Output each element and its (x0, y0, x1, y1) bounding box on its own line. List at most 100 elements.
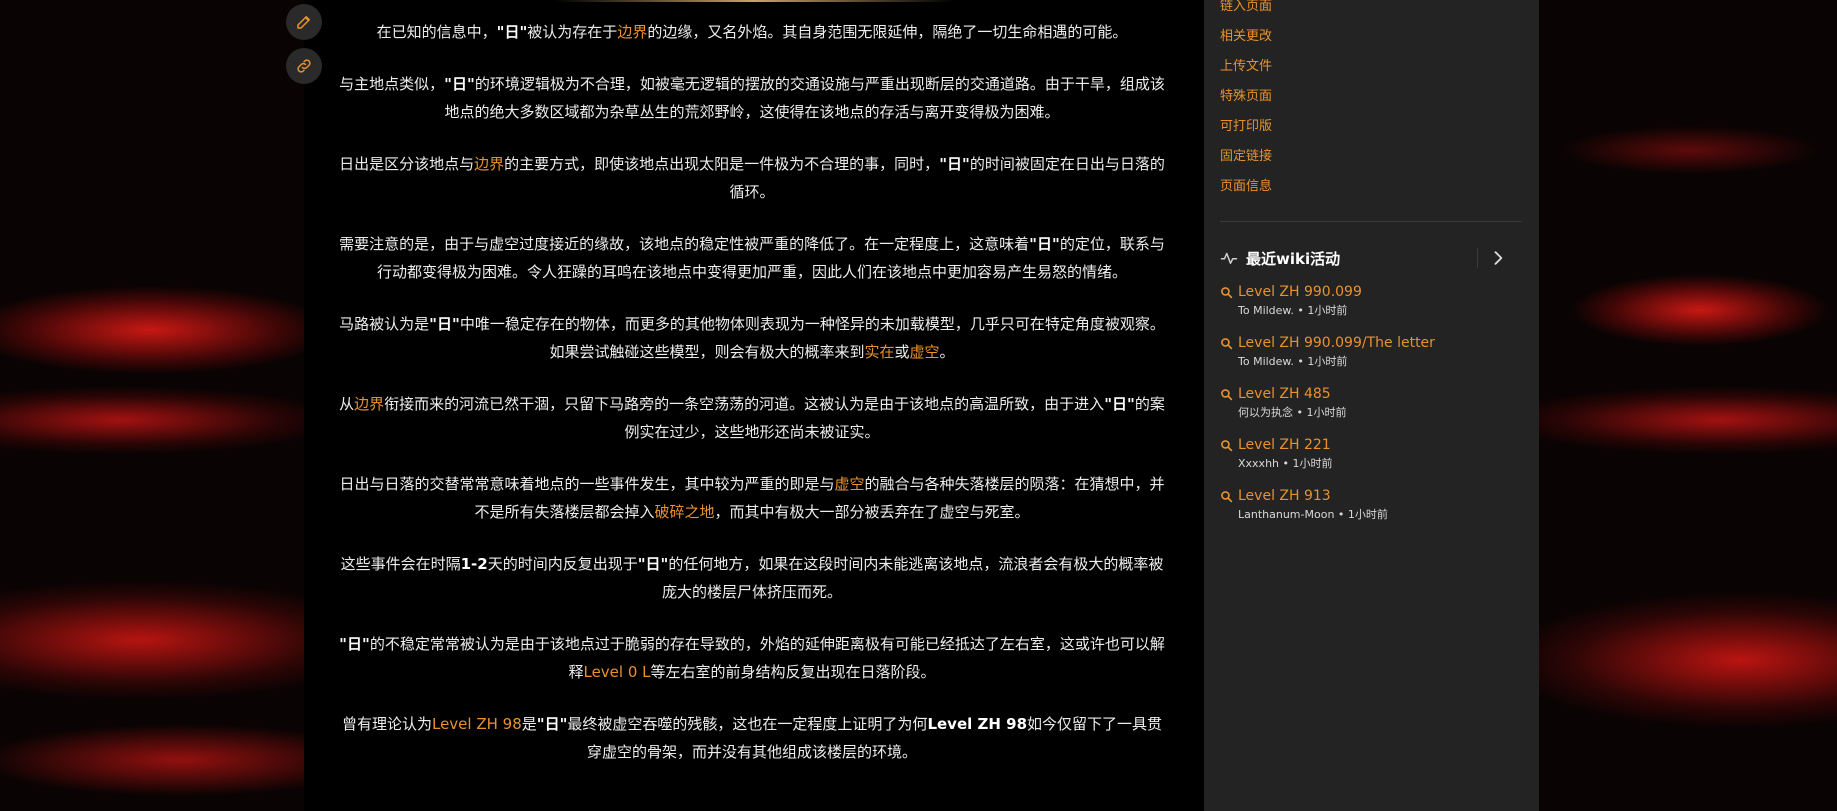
paragraph: 曾有理论认为Level ZH 98是"日"最终被虚空吞噬的残骸，这也在一定程度上… (336, 710, 1168, 766)
link-icon (297, 59, 311, 73)
text: 。 (939, 343, 955, 361)
activity-title: Level ZH 990.099/The letter (1238, 335, 1435, 351)
paragraph: 需要注意的是，由于与虚空过度接近的缘故，该地点的稳定性被严重的降低了。在一定程度… (336, 230, 1168, 286)
text: 的边缘，又名外焰。其自身范围无限延伸，隔绝了一切生命相遇的可能。 (647, 23, 1128, 41)
paragraph: 从边界衔接而来的河流已然干涸，只留下马路旁的一条空荡荡的河道。这被认为是由于该地… (336, 390, 1168, 446)
tool-upload-file[interactable]: 上传文件 (1220, 56, 1272, 86)
tool-special-pages[interactable]: 特殊页面 (1220, 86, 1272, 116)
search-icon (1221, 388, 1233, 400)
header-image-edge (554, 0, 954, 2)
bold-text: "日" (637, 555, 669, 573)
header-separator (1477, 248, 1478, 268)
bold-text: "日" (339, 635, 370, 653)
activity-meta: To Mildew. • 1小时前 (1238, 304, 1348, 317)
search-icon (1221, 286, 1233, 298)
activity-link[interactable]: Level ZH 485 (1220, 384, 1522, 404)
paragraph: 这些事件会在时隔1-2天的时间内反复出现于"日"的任何地方，如果在这段时间内未能… (336, 550, 1168, 606)
tool-permanent-link[interactable]: 固定链接 (1220, 146, 1272, 176)
activity-title: Level ZH 913 (1238, 488, 1331, 504)
article-link[interactable]: 实在 (864, 343, 894, 361)
list-item: Level ZH 990.099 To Mildew. • 1小时前 (1220, 282, 1522, 333)
text: 马路被认为是 (339, 315, 430, 333)
tool-page-info[interactable]: 页面信息 (1220, 176, 1272, 206)
paragraph: 与主地点类似，"日"的环境逻辑极为不合理，如被毫无逻辑的摆放的交通设施与严重出现… (336, 70, 1168, 126)
text: 这些事件会在时隔 (340, 555, 461, 573)
list-item: Level ZH 990.099/The letter To Mildew. •… (1220, 333, 1522, 384)
bold-text: Level ZH 98 (927, 715, 1028, 733)
article-link[interactable]: 虚空 (910, 343, 940, 361)
text: 天的时间内反复出现于 (487, 555, 638, 573)
article-link[interactable]: 虚空 (834, 475, 864, 493)
text: 在已知的信息中， (376, 23, 497, 41)
chevron-right-icon (1494, 251, 1503, 265)
article-link[interactable]: 边界 (354, 395, 384, 413)
view-all-activity-button[interactable] (1488, 248, 1508, 272)
activity-link[interactable]: Level ZH 221 (1220, 435, 1522, 455)
text: 衔接而来的河流已然干涸，只留下马路旁的一条空荡荡的河道。这被认为是由于该地点的高… (384, 395, 1105, 413)
bold-text: "日" (1104, 395, 1135, 413)
paragraph: 日出是区分该地点与边界的主要方式，即使该地点出现太阳是一件极为不合理的事，同时，… (336, 150, 1168, 206)
text: 是 (521, 715, 537, 733)
article-link[interactable]: 边界 (617, 23, 647, 41)
paragraph: 马路被认为是"日"中唯一稳定存在的物体，而更多的其他物体则表现为一种怪异的未加载… (336, 310, 1168, 366)
activity-title: Level ZH 485 (1238, 386, 1331, 402)
paragraph: 日出与日落的交替常常意味着地点的一些事件发生，其中较为严重的即是与虚空的融合与各… (336, 470, 1168, 526)
copy-link-button[interactable] (286, 48, 322, 84)
search-icon (1221, 439, 1233, 451)
tool-related-changes[interactable]: 相关更改 (1220, 26, 1272, 56)
text: 的环境逻辑极为不合理，如被毫无逻辑的摆放的交通设施与严重出现断层的交通道路。由于… (444, 75, 1165, 121)
article-link[interactable]: 边界 (474, 155, 504, 173)
bold-text: "日" (496, 23, 528, 41)
activity-link[interactable]: Level ZH 990.099/The letter (1220, 333, 1522, 353)
bold-text: "日" (1029, 235, 1060, 253)
text: 中唯一稳定存在的物体，而更多的其他物体则表现为一种怪异的未加载模型，几乎只可在特… (459, 315, 1165, 361)
text: 的任何地方，如果在这段时间内未能逃离该地点，流浪者会有极大的概率被庞大的楼层尸体… (661, 555, 1164, 601)
text: 需要注意的是，由于与虚空过度接近的缘故，该地点的稳定性被严重的降低了。在一定程度… (339, 235, 1030, 253)
bold-text: 1-2 (460, 555, 488, 573)
right-sidebar: 链入页面 相关更改 上传文件 特殊页面 可打印版 固定链接 页面信息 最近wik… (1204, 0, 1539, 811)
activity-meta: Xxxxhh • 1小时前 (1238, 457, 1333, 470)
list-item: Level ZH 221 Xxxxhh • 1小时前 (1220, 435, 1522, 486)
paragraph: "日"的不稳定常常被认为是由于该地点过于脆弱的存在导致的，外焰的延伸距离极有可能… (336, 630, 1168, 686)
activity-link[interactable]: Level ZH 990.099 (1220, 282, 1522, 302)
tool-what-links-here[interactable]: 链入页面 (1220, 0, 1272, 26)
activity-icon (1220, 252, 1238, 264)
text: 曾有理论认为 (341, 715, 432, 733)
text: 或 (894, 343, 910, 361)
text: 从 (339, 395, 355, 413)
bold-text: "日" (939, 155, 970, 173)
tool-printable-version[interactable]: 可打印版 (1220, 116, 1272, 146)
activity-title: Level ZH 221 (1238, 437, 1331, 453)
edit-button[interactable] (286, 4, 322, 40)
sidebar-divider (1220, 221, 1522, 222)
list-item: Level ZH 913 Lanthanum-Moon • 1小时前 (1220, 486, 1522, 537)
text: 日出与日落的交替常常意味着地点的一些事件发生，其中较为严重的即是与 (339, 475, 835, 493)
pencil-icon (297, 16, 310, 29)
activity-meta: 何以为执念 • 1小时前 (1238, 406, 1347, 419)
text: 的主要方式，即使该地点出现太阳是一件极为不合理的事，同时， (504, 155, 940, 173)
page-tools-list: 链入页面 相关更改 上传文件 特殊页面 可打印版 固定链接 页面信息 (1220, 0, 1272, 206)
bold-text: "日" (536, 715, 568, 733)
bold-text: "日" (444, 75, 475, 93)
bold-text: "日" (429, 315, 460, 333)
activity-meta: To Mildew. • 1小时前 (1238, 355, 1348, 368)
recent-activity-header: 最近wiki活动 (1220, 246, 1522, 270)
list-item: Level ZH 485 何以为执念 • 1小时前 (1220, 384, 1522, 435)
text: 被认为存在于 (527, 23, 618, 41)
text: 最终被虚空吞噬的残骸，这也在一定程度上证明了为何 (567, 715, 928, 733)
article-link[interactable]: Level 0 L (583, 663, 650, 681)
text: 日出是区分该地点与 (339, 155, 475, 173)
recent-activity-list: Level ZH 990.099 To Mildew. • 1小时前 Level… (1220, 282, 1522, 537)
article-body: 在已知的信息中，"日"被认为存在于边界的边缘，又名外焰。其自身范围无限延伸，隔绝… (336, 18, 1168, 790)
article-link[interactable]: 破碎之地 (654, 503, 714, 521)
text: ，而其中有极大一部分被丢弃在了虚空与死室。 (714, 503, 1030, 521)
article-link[interactable]: Level ZH 98 (432, 715, 522, 733)
recent-activity-title: 最近wiki活动 (1246, 249, 1341, 268)
search-icon (1221, 490, 1233, 502)
text: 与主地点类似， (339, 75, 445, 93)
activity-meta: Lanthanum-Moon • 1小时前 (1238, 508, 1388, 521)
activity-title: Level ZH 990.099 (1238, 284, 1362, 300)
search-icon (1221, 337, 1233, 349)
paragraph: 在已知的信息中，"日"被认为存在于边界的边缘，又名外焰。其自身范围无限延伸，隔绝… (336, 18, 1168, 46)
activity-link[interactable]: Level ZH 913 (1220, 486, 1522, 506)
